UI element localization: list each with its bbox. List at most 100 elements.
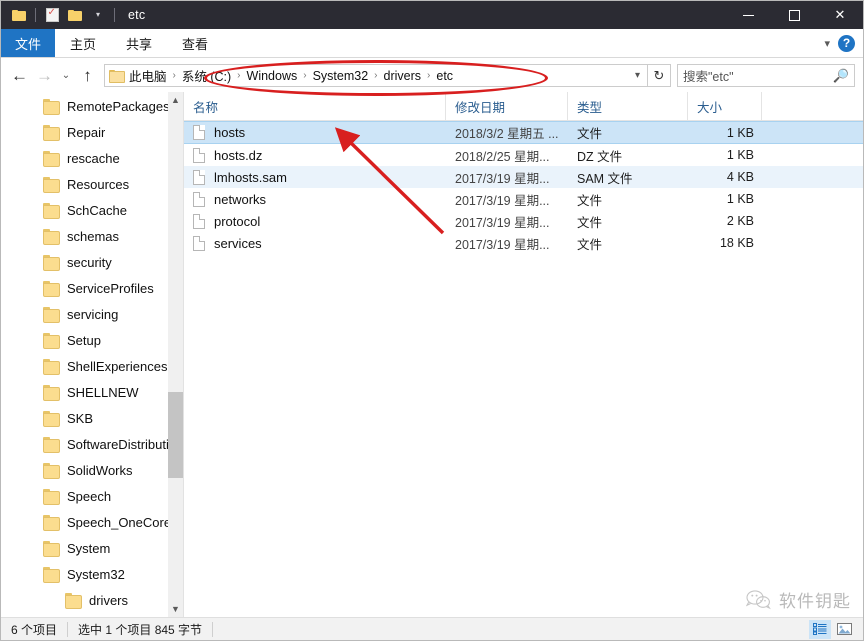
- sidebar-item-label: ServiceProfiles: [67, 280, 154, 296]
- file-name-label: networks: [214, 191, 267, 207]
- column-header-date[interactable]: 修改日期: [446, 92, 568, 120]
- sidebar-item-system[interactable]: System: [1, 535, 183, 561]
- file-name-label: lmhosts.sam: [214, 169, 287, 185]
- sidebar-item-shellexperiences[interactable]: ShellExperiences: [1, 353, 183, 379]
- folder-icon: [43, 541, 60, 557]
- sidebar-item-remotepackages[interactable]: RemotePackages: [1, 93, 183, 119]
- folder-tree: RemotePackages Repair rescache Resources Sch…: [1, 92, 183, 617]
- navigation-pane-scrollbar[interactable]: ▲ ▼: [168, 92, 183, 617]
- column-header-size[interactable]: 大小: [688, 92, 762, 120]
- forward-button[interactable]: →: [32, 63, 57, 89]
- file-name-cell: hosts: [184, 125, 446, 140]
- file-name-label: protocol: [214, 213, 261, 229]
- table-row[interactable]: hosts 2018/3/2 星期五 ... 文件 1 KB: [184, 121, 863, 144]
- sidebar-item-schemas[interactable]: schemas: [1, 223, 183, 249]
- sidebar-item-security[interactable]: security: [1, 249, 183, 275]
- maximize-button[interactable]: [771, 1, 817, 29]
- folder-icon: [43, 489, 60, 505]
- file-name-cell: hosts.dz: [184, 147, 446, 163]
- table-row[interactable]: services 2017/3/19 星期... 文件 18 KB: [184, 232, 863, 254]
- sidebar-item-speech-onecore[interactable]: Speech_OneCore: [1, 509, 183, 535]
- file-size-cell: 18 KB: [719, 236, 754, 250]
- ribbon-tabs: 文件 主页 共享 查看 ▾ ?: [1, 29, 863, 58]
- window-title: etc: [128, 8, 146, 22]
- tab-home[interactable]: 主页: [55, 29, 111, 57]
- file-name-cell: networks: [184, 191, 446, 207]
- folder-icon: [43, 307, 60, 323]
- file-name-cell: protocol: [184, 213, 446, 229]
- sidebar-item-resources[interactable]: Resources: [1, 171, 183, 197]
- thumbnails-view-button[interactable]: [833, 620, 855, 639]
- recent-locations-button[interactable]: ⌄: [57, 63, 75, 89]
- breadcrumb-windows[interactable]: Windows: [245, 69, 300, 83]
- sidebar-item-drivers[interactable]: drivers: [1, 587, 183, 613]
- details-view-button[interactable]: [809, 619, 831, 639]
- sidebar-item-label: Setup: [67, 332, 101, 348]
- qat-folder-button[interactable]: [8, 4, 30, 26]
- sidebar-item-label: SHELLNEW: [67, 384, 139, 400]
- tab-file[interactable]: 文件: [1, 29, 56, 57]
- scroll-up-icon[interactable]: ▲: [168, 92, 183, 108]
- file-date-cell: 2018/3/2 星期五 ...: [455, 127, 559, 141]
- table-row[interactable]: networks 2017/3/19 星期... 文件 1 KB: [184, 188, 863, 210]
- address-bar[interactable]: 此电脑 › 系统 (C:) › Windows › System32 › dri…: [104, 64, 648, 87]
- file-size-cell: 2 KB: [726, 214, 754, 228]
- sidebar-item-label: security: [67, 254, 112, 270]
- file-date-cell: 2017/3/19 星期...: [455, 237, 550, 252]
- scrollbar-thumb[interactable]: [168, 392, 183, 478]
- file-explorer-window: ▾ etc ✕ 文件 主页 共享 查看 ▾ ? ← → ⌄ ↑ 此电脑 › 系统: [0, 0, 864, 641]
- refresh-button[interactable]: ↻: [648, 64, 671, 87]
- breadcrumb-separator: ›: [172, 70, 176, 81]
- tab-view[interactable]: 查看: [167, 29, 223, 57]
- qat-properties-button[interactable]: [41, 4, 63, 26]
- close-button[interactable]: ✕: [817, 1, 863, 29]
- sidebar-item-label: Speech_OneCore: [67, 514, 172, 530]
- sidebar-item-label: System32: [67, 566, 125, 582]
- breadcrumb-drivers[interactable]: drivers: [382, 69, 424, 83]
- up-button[interactable]: ↑: [75, 63, 100, 89]
- search-input[interactable]: 搜索"etc": [683, 66, 833, 85]
- chevron-down-icon: ▾: [95, 10, 100, 19]
- sidebar-item-setup[interactable]: Setup: [1, 327, 183, 353]
- sidebar-item-shellnew[interactable]: SHELLNEW: [1, 379, 183, 405]
- sidebar-item-system32[interactable]: System32: [1, 561, 183, 587]
- maximize-icon: [788, 9, 800, 21]
- scroll-down-icon[interactable]: ▼: [168, 601, 183, 617]
- file-icon: [193, 191, 205, 207]
- table-row[interactable]: protocol 2017/3/19 星期... 文件 2 KB: [184, 210, 863, 232]
- address-dropdown-icon[interactable]: ▾: [630, 70, 645, 81]
- table-row[interactable]: hosts.dz 2018/2/25 星期... DZ 文件 1 KB: [184, 144, 863, 166]
- help-button[interactable]: ?: [838, 34, 855, 52]
- qat-customize-button[interactable]: ▾: [87, 4, 109, 26]
- thumbnails-view-icon: [836, 623, 852, 635]
- file-size-cell: 1 KB: [726, 148, 754, 162]
- tab-share[interactable]: 共享: [111, 29, 167, 57]
- breadcrumb-separator: ›: [427, 70, 431, 81]
- breadcrumb-etc[interactable]: etc: [434, 69, 455, 83]
- qat-new-folder-button[interactable]: [64, 4, 86, 26]
- table-row[interactable]: lmhosts.sam 2017/3/19 星期... SAM 文件 4 KB: [184, 166, 863, 188]
- breadcrumb-system-c[interactable]: 系统 (C:): [180, 66, 233, 85]
- sidebar-item-skb[interactable]: SKB: [1, 405, 183, 431]
- folder-icon: [43, 177, 60, 193]
- sidebar-item-label: SchCache: [67, 202, 127, 218]
- sidebar-item-servicing[interactable]: servicing: [1, 301, 183, 327]
- sidebar-item-serviceprofiles[interactable]: ServiceProfiles: [1, 275, 183, 301]
- column-header-type[interactable]: 类型: [568, 92, 688, 120]
- sidebar-item-softwaredistributi[interactable]: SoftwareDistributi: [1, 431, 183, 457]
- breadcrumb-this-pc[interactable]: 此电脑: [127, 66, 169, 85]
- sidebar-item-speech[interactable]: Speech: [1, 483, 183, 509]
- file-type-cell: 文件: [577, 237, 603, 252]
- ribbon-expand-icon[interactable]: ▾: [824, 37, 830, 50]
- minimize-button[interactable]: [725, 1, 771, 29]
- back-button[interactable]: ←: [7, 63, 32, 89]
- breadcrumb-system32[interactable]: System32: [311, 69, 371, 83]
- sidebar-item-schcache[interactable]: SchCache: [1, 197, 183, 223]
- sidebar-item-rescache[interactable]: rescache: [1, 145, 183, 171]
- sort-ascending-icon: ^: [292, 92, 297, 96]
- file-size-cell: 4 KB: [726, 170, 754, 184]
- sidebar-item-repair[interactable]: Repair: [1, 119, 183, 145]
- sidebar-item-solidworks[interactable]: SolidWorks: [1, 457, 183, 483]
- column-header-name[interactable]: 名称 ^: [184, 92, 446, 120]
- search-box[interactable]: 搜索"etc" 🔍: [677, 64, 855, 87]
